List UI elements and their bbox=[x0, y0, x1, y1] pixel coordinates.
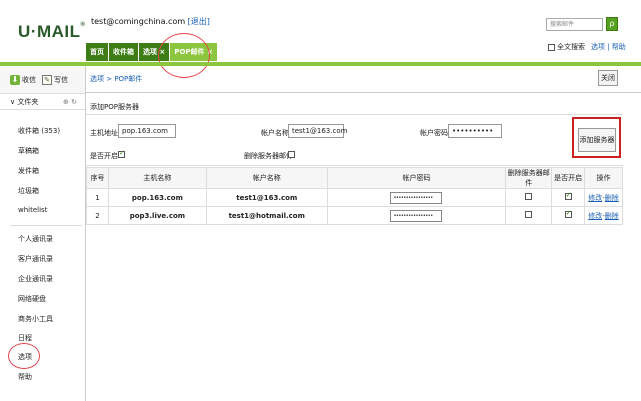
section-title: 添加POP服务器 bbox=[90, 103, 139, 111]
tab-highlight-circle bbox=[158, 33, 210, 78]
edit-link[interactable]: 修改 bbox=[588, 212, 602, 220]
add-pop-form: 主机地址: pop.163.com 帐户名称: test1@163.com 帐户… bbox=[86, 114, 623, 166]
search-input[interactable]: 搜索邮件 bbox=[546, 18, 603, 31]
row-account: test1@hotmail.com bbox=[205, 206, 328, 225]
col-enabled: 是否开启 bbox=[551, 167, 586, 189]
receive-button[interactable]: ⬇ 收信 bbox=[10, 74, 36, 85]
header-divider bbox=[0, 62, 641, 66]
breadcrumb[interactable]: 选项 > POP邮件 bbox=[90, 74, 142, 84]
col-password: 帐户密码 bbox=[326, 167, 507, 189]
receive-icon: ⬇ bbox=[10, 74, 20, 85]
write-label: 写信 bbox=[54, 75, 68, 84]
enabled-checkbox[interactable] bbox=[118, 149, 125, 158]
table-row: 1 pop.163.com test1@163.com ••••••••••••… bbox=[86, 188, 623, 207]
fulltext-search[interactable]: 全文搜索 bbox=[548, 42, 585, 52]
sidebar-item-trash[interactable]: 垃圾箱 bbox=[18, 186, 39, 196]
row-password-input[interactable]: •••••••••••••••• bbox=[390, 191, 443, 204]
host-label: 主机地址: bbox=[90, 129, 121, 137]
sidebar-item-business-tools[interactable]: 商务小工具 bbox=[18, 314, 53, 324]
row-delete-server-mail-checkbox[interactable] bbox=[525, 211, 533, 218]
row-num: 2 bbox=[86, 206, 109, 225]
folder-header[interactable]: ∨ 文件夹 ⊕ ↻ bbox=[0, 94, 85, 110]
tab-inbox[interactable]: 收件箱 bbox=[109, 43, 139, 61]
row-enabled-checkbox[interactable] bbox=[564, 209, 572, 218]
sidebar-item-calendar[interactable]: 日程 bbox=[18, 333, 32, 343]
delete-server-mail-checkbox[interactable] bbox=[288, 151, 295, 158]
delete-link[interactable]: 删除 bbox=[605, 194, 619, 202]
row-host: pop.163.com bbox=[107, 188, 207, 207]
add-server-button[interactable]: 添加服务器 bbox=[578, 128, 616, 152]
delete-link[interactable]: 删除 bbox=[605, 212, 619, 220]
col-host: 主机名称 bbox=[107, 167, 207, 189]
row-password-cell: •••••••••••••••• bbox=[326, 206, 507, 225]
mail-action-bar: ⬇ 收信 ✎ 写信 bbox=[0, 66, 85, 94]
account-input[interactable]: test1@163.com bbox=[288, 124, 347, 138]
col-num: 序号 bbox=[86, 167, 109, 189]
options-help-links[interactable]: 选项 | 帮助 bbox=[591, 42, 626, 52]
receive-label: 收信 bbox=[22, 75, 36, 84]
row-num: 1 bbox=[86, 188, 109, 207]
sidebar-item-client-contacts[interactable]: 客户通讯录 bbox=[18, 254, 53, 264]
row-password-cell: •••••••••••••••• bbox=[326, 188, 507, 207]
row-account: test1@163.com bbox=[205, 188, 328, 207]
sidebar-item-inbox[interactable]: 收件箱 (353) bbox=[18, 126, 60, 136]
fulltext-label: 全文搜索 bbox=[557, 43, 585, 51]
pop-server-table: 序号 主机名称 帐户名称 帐户密码 删除服务器邮件 是否开启 操作 1 pop.… bbox=[86, 167, 623, 225]
sidebar-item-personal-contacts[interactable]: 个人通讯录 bbox=[18, 234, 53, 244]
row-actions: 修改-删除 bbox=[584, 188, 623, 207]
col-delete-server-mail: 删除服务器邮件 bbox=[505, 167, 553, 189]
folder-ops-icons[interactable]: ⊕ ↻ bbox=[63, 98, 77, 106]
row-enabled-checkbox[interactable] bbox=[564, 191, 572, 200]
password-label: 帐户密码: bbox=[420, 129, 451, 137]
password-input[interactable]: •••••••••• bbox=[448, 124, 502, 138]
sidebar-item-help[interactable]: 帮助 bbox=[18, 372, 32, 382]
options-highlight-circle bbox=[8, 343, 40, 369]
search-button[interactable]: ρ bbox=[606, 17, 618, 31]
row-host: pop3.live.com bbox=[107, 206, 207, 225]
row-actions: 修改-删除 bbox=[584, 206, 623, 225]
row-enabled-cell bbox=[551, 206, 586, 225]
tab-home[interactable]: 首页 bbox=[86, 43, 109, 61]
row-enabled-cell bbox=[551, 188, 586, 207]
sidebar-divider bbox=[10, 225, 82, 226]
enabled-label: 是否开启: bbox=[90, 152, 121, 160]
row-password-input[interactable]: •••••••••••••••• bbox=[390, 209, 443, 222]
host-input[interactable]: pop.163.com bbox=[118, 124, 176, 138]
write-button[interactable]: ✎ 写信 bbox=[42, 74, 68, 85]
sidebar-item-whitelist[interactable]: whitelist bbox=[18, 206, 47, 214]
table-row: 2 pop3.live.com test1@hotmail.com ••••••… bbox=[86, 206, 623, 225]
row-delete-cell bbox=[505, 188, 553, 207]
folder-header-label: ∨ 文件夹 bbox=[10, 97, 39, 106]
user-email-line: test@comingchina.com [退出] bbox=[91, 16, 210, 27]
close-button[interactable]: 关闭 bbox=[598, 70, 618, 86]
col-actions: 操作 bbox=[584, 167, 623, 189]
row-delete-cell bbox=[505, 206, 553, 225]
sidebar-item-sent[interactable]: 发件箱 bbox=[18, 166, 39, 176]
umail-logo: U·MAIL® bbox=[18, 22, 86, 41]
col-account: 帐户名称 bbox=[205, 167, 328, 189]
sidebar-item-drafts[interactable]: 草稿箱 bbox=[18, 146, 39, 156]
row-delete-server-mail-checkbox[interactable] bbox=[525, 193, 533, 200]
account-label: 帐户名称: bbox=[261, 129, 292, 137]
edit-link[interactable]: 修改 bbox=[588, 194, 602, 202]
sidebar-item-company-contacts[interactable]: 企业通讯录 bbox=[18, 274, 53, 284]
fulltext-checkbox[interactable] bbox=[548, 43, 555, 51]
write-icon: ✎ bbox=[42, 74, 52, 85]
main-divider bbox=[86, 92, 641, 93]
sidebar-item-netdisk[interactable]: 网络硬盘 bbox=[18, 294, 46, 304]
logout-link[interactable]: [退出] bbox=[188, 17, 210, 26]
table-header-row: 序号 主机名称 帐户名称 帐户密码 删除服务器邮件 是否开启 操作 bbox=[86, 167, 623, 189]
user-email: test@comingchina.com bbox=[91, 17, 186, 26]
